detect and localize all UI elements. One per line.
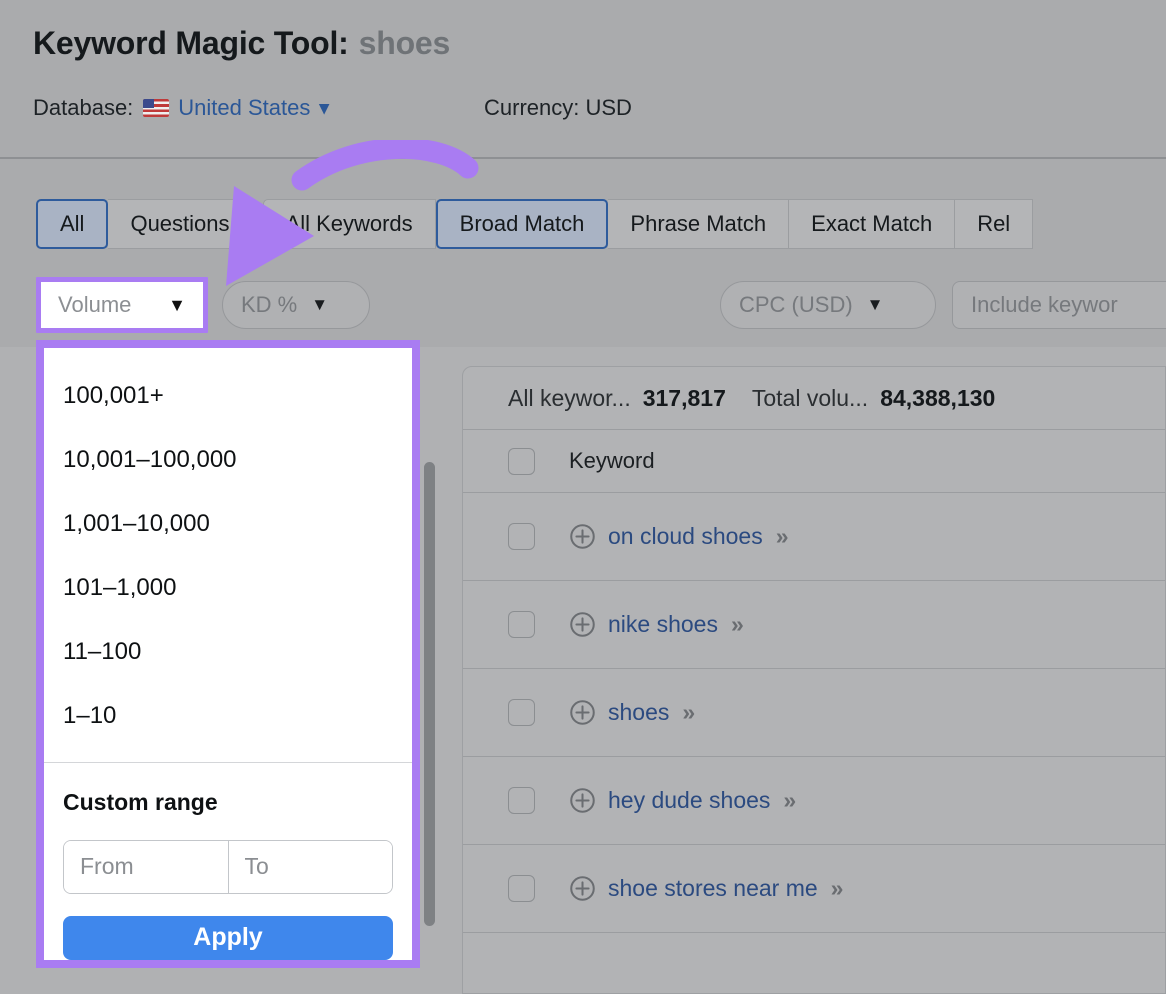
tab-questions[interactable]: Questions [108,199,252,249]
filter-kd-label: KD % [241,292,297,318]
double-chevron-right-icon[interactable]: » [776,523,786,550]
stat-all-keywords-value: 317,817 [643,385,726,412]
range-from-input[interactable]: From [64,841,228,893]
tab-exact-match-label: Exact Match [811,211,932,237]
apply-button[interactable]: Apply [63,916,393,960]
chevron-down-icon: ▼ [311,295,328,315]
stat-total-volume-value: 84,388,130 [880,385,995,412]
custom-range-title: Custom range [63,789,393,816]
tab-all-keywords[interactable]: All Keywords [263,199,436,249]
stat-total-volume-label: Total volu... [752,385,868,412]
volume-option[interactable]: 11–100 [44,620,412,684]
double-chevron-right-icon[interactable]: » [682,699,692,726]
keyword-link[interactable]: shoe stores near me [608,875,818,902]
tab-phrase-match-label: Phrase Match [630,211,766,237]
database-selector[interactable]: United States [178,95,310,121]
results-stats: All keywor... 317,817 Total volu... 84,3… [463,367,1165,429]
volume-dropdown-inner: 100,001+ 10,001–100,000 1,001–10,000 101… [44,348,412,960]
chevron-down-icon: ▼ [168,295,186,316]
select-all-checkbox[interactable] [508,448,535,475]
filter-volume-label: Volume [58,292,131,318]
chevron-down-icon: ▼ [867,295,884,315]
page-title: Keyword Magic Tool: shoes [33,25,450,62]
column-header-keyword: Keyword [569,448,655,474]
table-row[interactable]: shoes » [463,668,1165,756]
table-row[interactable]: shoe stores near me » [463,844,1165,932]
tab-all-label: All [60,211,84,237]
circle-plus-icon[interactable] [569,523,596,550]
volume-dropdown-panel: 100,001+ 10,001–100,000 1,001–10,000 101… [36,340,420,968]
include-keywords-placeholder: Include keywor [971,292,1118,318]
filter-cpc-label: CPC (USD) [739,292,853,318]
row-checkbox[interactable] [508,611,535,638]
row-checkbox[interactable] [508,875,535,902]
table-row[interactable]: nike shoes » [463,580,1165,668]
tab-bar: All Questions All Keywords Broad Match P… [0,159,1166,259]
double-chevron-right-icon[interactable]: » [731,611,741,638]
currency-label: Currency: USD [484,95,632,121]
volume-option[interactable]: 10,001–100,000 [44,428,412,492]
page-title-term: shoes [359,25,451,61]
tab-all-keywords-label: All Keywords [286,211,413,237]
volume-option[interactable]: 1–10 [44,684,412,748]
row-checkbox[interactable] [508,699,535,726]
stat-all-keywords-label: All keywor... [508,385,631,412]
circle-plus-icon[interactable] [569,787,596,814]
row-checkbox[interactable] [508,523,535,550]
chevron-down-icon[interactable]: ▾ [319,97,329,120]
tab-broad-match-label: Broad Match [460,211,585,237]
app-root: Keyword Magic Tool: shoes Database: Unite… [0,0,1166,994]
circle-plus-icon[interactable] [569,699,596,726]
tab-related-label: Rel [977,211,1010,237]
custom-range-inputs: From To [63,840,393,894]
keyword-link[interactable]: on cloud shoes [608,523,763,550]
keyword-link[interactable]: hey dude shoes [608,787,770,814]
include-keywords-input[interactable]: Include keywor [952,281,1166,329]
custom-range-section: Custom range From To [44,763,412,894]
table-header-row: Keyword [463,430,1165,492]
database-row: Database: United States ▾ [33,95,329,121]
volume-option[interactable]: 1,001–10,000 [44,492,412,556]
double-chevron-right-icon[interactable]: » [831,875,841,902]
filter-cpc[interactable]: CPC (USD) ▼ [720,281,936,329]
tab-spacer [253,199,263,249]
tab-all[interactable]: All [36,199,108,249]
keyword-link[interactable]: shoes [608,699,669,726]
volume-option[interactable]: 101–1,000 [44,556,412,620]
page-title-prefix: Keyword Magic Tool: [33,25,349,61]
tab-related[interactable]: Rel [955,199,1033,249]
keyword-link[interactable]: nike shoes [608,611,718,638]
filter-kd[interactable]: KD % ▼ [222,281,370,329]
range-to-input[interactable]: To [228,841,393,893]
results-panel: All keywor... 317,817 Total volu... 84,3… [462,366,1166,994]
tab-questions-label: Questions [130,211,229,237]
volume-option[interactable]: 100,001+ [44,364,412,428]
circle-plus-icon[interactable] [569,875,596,902]
tab-phrase-match[interactable]: Phrase Match [608,199,789,249]
circle-plus-icon[interactable] [569,611,596,638]
table-row[interactable]: hey dude shoes » [463,756,1165,844]
database-label: Database: [33,95,133,121]
page-header: Keyword Magic Tool: shoes Database: Unite… [0,0,1166,158]
tab-broad-match[interactable]: Broad Match [436,199,609,249]
filter-volume[interactable]: Volume ▼ [41,282,203,328]
tab-group: All Questions All Keywords Broad Match P… [36,199,1033,249]
double-chevron-right-icon[interactable]: » [783,787,793,814]
results-scrollbar[interactable] [424,462,435,926]
tab-exact-match[interactable]: Exact Match [789,199,955,249]
volume-option-list: 100,001+ 10,001–100,000 1,001–10,000 101… [44,348,412,758]
row-checkbox[interactable] [508,787,535,814]
us-flag-icon [143,99,169,117]
table-bottom-divider [463,932,1165,933]
volume-filter-highlight: Volume ▼ [36,277,208,333]
table-row[interactable]: on cloud shoes » [463,492,1165,580]
